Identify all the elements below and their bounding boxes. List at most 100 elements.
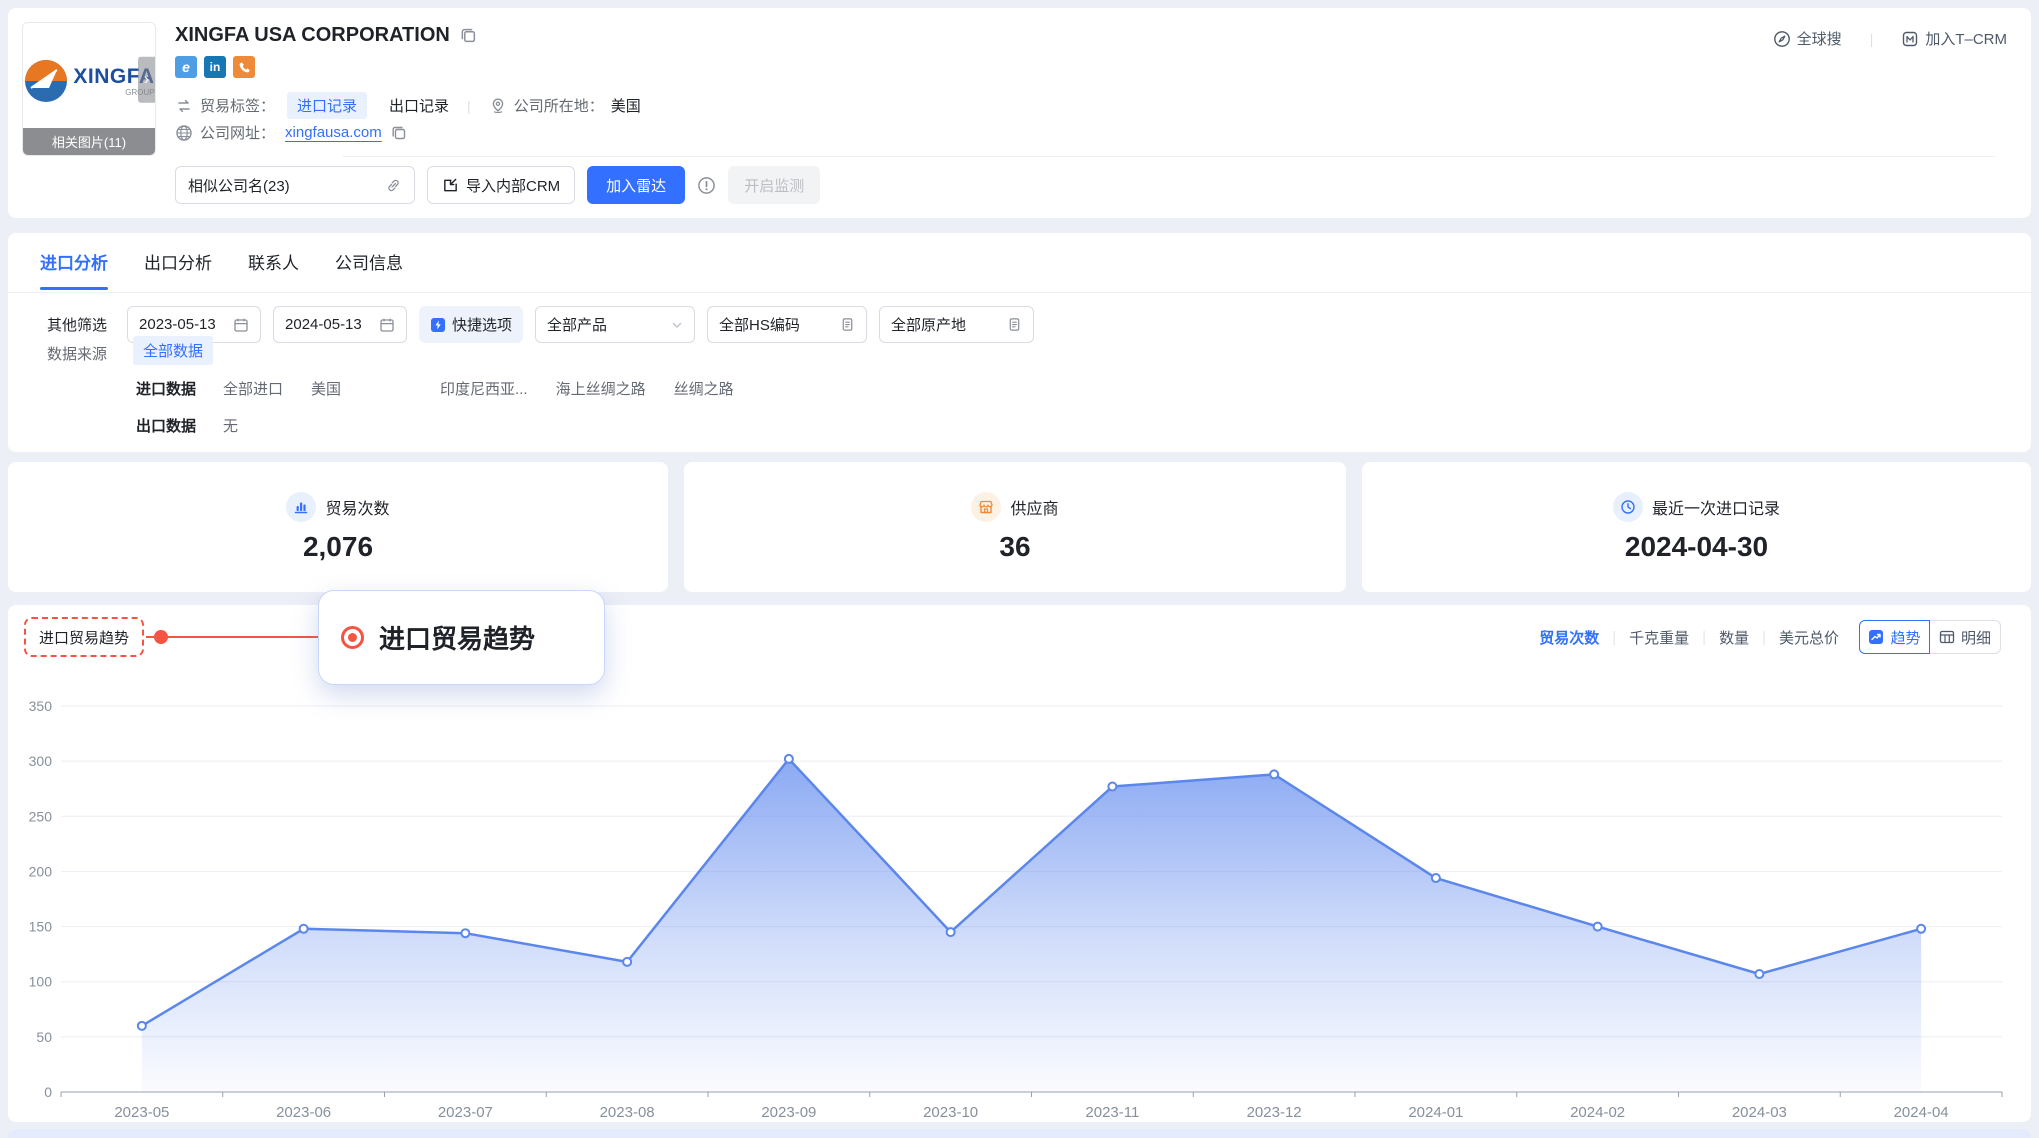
stat-label: 供应商 [1010, 495, 1058, 519]
tab-export-analysis[interactable]: 出口分析 [144, 233, 212, 290]
clock-icon [1613, 492, 1643, 522]
add-radar-label: 加入雷达 [606, 175, 666, 196]
metric-kg-weight[interactable]: 千克重量 [1629, 627, 1689, 648]
divider [342, 156, 1995, 157]
logo-globe-icon [23, 58, 69, 104]
svg-text:2023-09: 2023-09 [761, 1104, 816, 1121]
origin-value: 全部原产地 [891, 314, 966, 335]
date-from-value: 2023-05-13 [139, 316, 216, 333]
callout-text: 进口贸易趋势 [379, 619, 535, 656]
trade-tag-export[interactable]: 出口记录 [389, 95, 449, 116]
copy-icon[interactable] [460, 27, 477, 44]
tab-import-analysis[interactable]: 进口分析 [40, 233, 108, 290]
global-search-label: 全球搜 [1797, 28, 1842, 49]
callout-tooltip: 进口贸易趋势 [318, 590, 605, 685]
svg-text:300: 300 [29, 753, 53, 769]
browser-e-icon[interactable]: e [175, 56, 197, 78]
similar-company-label: 相似公司名(23) [188, 175, 290, 196]
quick-filter-icon [430, 317, 446, 333]
import-option[interactable]: 美国 [311, 378, 341, 399]
divider: | [1762, 629, 1766, 646]
trend-icon [1868, 629, 1884, 645]
trade-tag-import[interactable]: 进口记录 [287, 92, 367, 119]
import-option[interactable]: 丝绸之路 [674, 378, 734, 399]
bar-chart-icon [286, 492, 316, 522]
trend-area-chart[interactable]: 0501001502002503003502023-052023-062023-… [8, 605, 2031, 1122]
import-option[interactable]: 海上丝绸之路 [556, 378, 646, 399]
svg-text:2024-03: 2024-03 [1732, 1104, 1787, 1121]
tab-company-info[interactable]: 公司信息 [335, 233, 403, 290]
target-icon [341, 626, 364, 649]
join-tcrm-button[interactable]: 加入T–CRM [1901, 28, 2007, 49]
info-icon[interactable] [697, 176, 716, 195]
calendar-icon [233, 317, 249, 333]
other-filters-label: 其他筛选 [47, 314, 107, 335]
svg-text:150: 150 [29, 919, 53, 935]
document-icon [840, 317, 855, 332]
export-data-value: 无 [223, 415, 238, 436]
divider [8, 292, 2031, 293]
svg-text:2023-06: 2023-06 [276, 1104, 331, 1121]
data-source-label: 数据来源 [47, 343, 107, 364]
svg-text:0: 0 [44, 1084, 52, 1100]
global-search-button[interactable]: 全球搜 [1773, 28, 1842, 49]
svg-text:2023-08: 2023-08 [600, 1104, 655, 1121]
metric-trade-count[interactable]: 贸易次数 [1539, 627, 1599, 648]
company-logo[interactable]: XINGFA GROUP › 相关图片(11) [22, 22, 156, 156]
website-label: 公司网址： [200, 122, 275, 143]
tab-bar: 进口分析 出口分析 联系人 公司信息 [40, 233, 403, 290]
hs-code-select[interactable]: 全部HS编码 [707, 306, 867, 343]
quick-options-button[interactable]: 快捷选项 [419, 306, 523, 343]
divider: | [1612, 629, 1616, 646]
phone-icon[interactable] [233, 56, 255, 78]
date-to-value: 2024-05-13 [285, 316, 362, 333]
svg-text:2024-02: 2024-02 [1570, 1104, 1625, 1121]
product-select[interactable]: 全部产品 [535, 306, 695, 343]
view-toggle: 趋势 明细 [1859, 620, 2001, 654]
divider: | [467, 98, 471, 114]
quick-options-label: 快捷选项 [452, 314, 512, 335]
stat-label: 贸易次数 [325, 495, 389, 519]
import-option[interactable]: 印度尼西亚... [440, 378, 528, 399]
similar-company-button[interactable]: 相似公司名(23) [175, 166, 415, 204]
supplier-icon [971, 492, 1001, 522]
import-option[interactable]: 全部进口 [223, 378, 283, 399]
date-to-input[interactable]: 2024-05-13 [273, 306, 407, 343]
stat-value: 2,076 [303, 531, 373, 563]
import-icon [442, 177, 459, 194]
view-trend-button[interactable]: 趋势 [1859, 620, 1930, 654]
stat-value: 2024-04-30 [1625, 531, 1768, 563]
globe-icon [175, 124, 193, 142]
next-image-arrow-icon[interactable]: › [138, 57, 155, 103]
metric-quantity[interactable]: 数量 [1719, 627, 1749, 648]
copy-icon[interactable] [391, 125, 407, 141]
chevron-down-icon [671, 319, 683, 331]
company-name: XINGFA USA CORPORATION [175, 24, 450, 47]
compass-icon [1773, 30, 1791, 48]
metric-usd-total[interactable]: 美元总价 [1779, 627, 1839, 648]
callout-dot [154, 630, 168, 644]
view-detail-button[interactable]: 明细 [1930, 620, 2001, 654]
svg-text:2023-05: 2023-05 [114, 1104, 169, 1121]
tab-contacts[interactable]: 联系人 [248, 233, 299, 290]
related-images-label[interactable]: 相关图片(11) [23, 128, 155, 155]
svg-text:2024-04: 2024-04 [1894, 1104, 1949, 1121]
section-title-import-trend: 进口贸易趋势 [24, 617, 144, 657]
add-radar-button[interactable]: 加入雷达 [587, 166, 685, 204]
stat-card-last-import: 最近一次进口记录 2024-04-30 [1362, 462, 2031, 592]
website-link[interactable]: xingfausa.com [285, 124, 382, 141]
start-monitor-button[interactable]: 开启监测 [728, 166, 820, 204]
analysis-card: 进口分析 出口分析 联系人 公司信息 其他筛选 2023-05-13 2024-… [8, 233, 2031, 452]
divider: | [1870, 31, 1874, 47]
import-trend-card: 进口贸易趋势 进口贸易趋势 贸易次数 | 千克重量 | 数量 | 美元总价 趋势 [8, 605, 2031, 1122]
location-pin-icon [489, 97, 507, 115]
svg-text:2023-10: 2023-10 [923, 1104, 978, 1121]
import-data-label: 进口数据 [136, 378, 196, 399]
divider: | [1702, 629, 1706, 646]
linkedin-icon[interactable]: in [204, 56, 226, 78]
all-data-chip[interactable]: 全部数据 [133, 336, 213, 365]
svg-text:250: 250 [29, 808, 53, 824]
svg-text:2023-11: 2023-11 [1085, 1104, 1139, 1121]
import-crm-button[interactable]: 导入内部CRM [427, 166, 575, 204]
origin-select[interactable]: 全部原产地 [879, 306, 1034, 343]
